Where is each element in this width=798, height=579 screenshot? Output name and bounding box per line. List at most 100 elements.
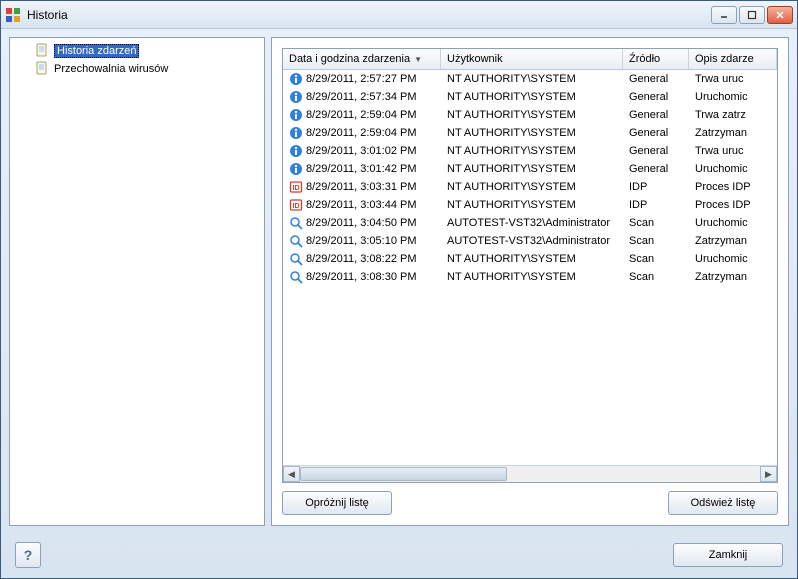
table-row[interactable]: 8/29/2011, 3:08:30 PM NT AUTHORITY\SYSTEM… bbox=[283, 268, 777, 286]
app-icon bbox=[5, 7, 21, 23]
cell-source: General bbox=[623, 127, 689, 139]
cell-date: 8/29/2011, 3:08:30 PM bbox=[283, 270, 441, 284]
cell-source: Scan bbox=[623, 253, 689, 265]
cell-user: NT AUTHORITY\SYSTEM bbox=[441, 73, 623, 85]
scan-icon bbox=[289, 234, 303, 248]
cell-user: NT AUTHORITY\SYSTEM bbox=[441, 163, 623, 175]
svg-text:ID: ID bbox=[293, 185, 300, 192]
svg-text:ID: ID bbox=[293, 203, 300, 210]
date-text: 8/29/2011, 3:04:50 PM bbox=[306, 217, 417, 229]
info-icon bbox=[289, 72, 303, 86]
close-button[interactable]: Zamknij bbox=[673, 543, 783, 567]
column-header-source[interactable]: Źródło bbox=[623, 49, 689, 69]
cell-date: 8/29/2011, 2:59:04 PM bbox=[283, 126, 441, 140]
cell-date: 8/29/2011, 2:59:04 PM bbox=[283, 108, 441, 122]
cell-description: Uruchomic bbox=[689, 163, 777, 175]
date-text: 8/29/2011, 3:03:31 PM bbox=[306, 181, 417, 193]
cell-description: Zatrzyman bbox=[689, 271, 777, 283]
table-row[interactable]: ID8/29/2011, 3:03:44 PMNT AUTHORITY\SYST… bbox=[283, 196, 777, 214]
scan-icon bbox=[289, 216, 303, 230]
cell-date: ID 8/29/2011, 3:03:31 PM bbox=[283, 180, 441, 194]
cell-source: IDP bbox=[623, 181, 689, 193]
horizontal-scrollbar[interactable]: ◀ ▶ bbox=[283, 465, 777, 482]
list-button-row: Opróżnij listę Odśwież listę bbox=[282, 491, 778, 515]
column-label: Opis zdarze bbox=[695, 53, 754, 65]
table-row[interactable]: 8/29/2011, 3:08:22 PMNT AUTHORITY\SYSTEM… bbox=[283, 250, 777, 268]
date-text: 8/29/2011, 3:01:02 PM bbox=[306, 145, 417, 157]
footer: ? Zamknij bbox=[1, 534, 797, 578]
scan-icon bbox=[289, 252, 303, 266]
cell-date: 8/29/2011, 2:57:27 PM bbox=[283, 72, 441, 86]
main-panel: Data i godzina zdarzenia ▼ Użytkownik Źr… bbox=[271, 37, 789, 526]
column-header-date[interactable]: Data i godzina zdarzenia ▼ bbox=[283, 49, 441, 69]
cell-date: 8/29/2011, 2:57:34 PM bbox=[283, 90, 441, 104]
cell-date: 8/29/2011, 3:01:02 PM bbox=[283, 144, 441, 158]
info-icon bbox=[289, 126, 303, 140]
tree-item-history-events[interactable]: Historia zdarzeń bbox=[14, 42, 260, 60]
list-body: 8/29/2011, 2:57:27 PM NT AUTHORITY\SYSTEM… bbox=[283, 70, 777, 465]
column-header-description[interactable]: Opis zdarze bbox=[689, 49, 777, 69]
cell-source: Scan bbox=[623, 217, 689, 229]
cell-source: General bbox=[623, 145, 689, 157]
column-label: Źródło bbox=[629, 53, 660, 65]
cell-date: ID 8/29/2011, 3:03:44 PM bbox=[283, 198, 441, 212]
cell-description: Zatrzyman bbox=[689, 235, 777, 247]
scroll-right-arrow[interactable]: ▶ bbox=[760, 466, 777, 482]
cell-user: NT AUTHORITY\SYSTEM bbox=[441, 127, 623, 139]
cell-source: Scan bbox=[623, 271, 689, 283]
table-row[interactable]: 8/29/2011, 3:01:02 PM NT AUTHORITY\SYSTEM… bbox=[283, 142, 777, 160]
cell-source: General bbox=[623, 73, 689, 85]
table-row[interactable]: 8/29/2011, 3:05:10 PMAUTOTEST-VST32\Admi… bbox=[283, 232, 777, 250]
minimize-button[interactable] bbox=[711, 6, 737, 24]
document-icon bbox=[34, 61, 50, 77]
date-text: 8/29/2011, 2:59:04 PM bbox=[306, 109, 417, 121]
refresh-list-button[interactable]: Odśwież listę bbox=[668, 491, 778, 515]
cell-source: General bbox=[623, 163, 689, 175]
idp-icon: ID bbox=[289, 198, 303, 212]
maximize-button[interactable] bbox=[739, 6, 765, 24]
cell-user: NT AUTHORITY\SYSTEM bbox=[441, 181, 623, 193]
date-text: 8/29/2011, 3:01:42 PM bbox=[306, 163, 417, 175]
date-text: 8/29/2011, 3:08:22 PM bbox=[306, 253, 417, 265]
cell-description: Proces IDP bbox=[689, 181, 777, 193]
table-row[interactable]: 8/29/2011, 2:57:27 PM NT AUTHORITY\SYSTEM… bbox=[283, 70, 777, 88]
table-row[interactable]: 8/29/2011, 2:59:04 PM NT AUTHORITY\SYSTEM… bbox=[283, 106, 777, 124]
window-controls bbox=[711, 6, 793, 24]
date-text: 8/29/2011, 2:59:04 PM bbox=[306, 127, 417, 139]
tree-item-virus-vault[interactable]: Przechowalnia wirusów bbox=[14, 60, 260, 78]
table-row[interactable]: 8/29/2011, 3:01:42 PM NT AUTHORITY\SYSTEM… bbox=[283, 160, 777, 178]
cell-description: Trwa uruc bbox=[689, 73, 777, 85]
cell-date: 8/29/2011, 3:04:50 PM bbox=[283, 216, 441, 230]
empty-list-button[interactable]: Opróżnij listę bbox=[282, 491, 392, 515]
cell-description: Trwa zatrz bbox=[689, 109, 777, 121]
cell-date: 8/29/2011, 3:05:10 PM bbox=[283, 234, 441, 248]
document-icon bbox=[34, 43, 50, 59]
date-text: 8/29/2011, 3:08:30 PM bbox=[306, 271, 417, 283]
date-text: 8/29/2011, 2:57:27 PM bbox=[306, 73, 417, 85]
cell-user: NT AUTHORITY\SYSTEM bbox=[441, 109, 623, 121]
cell-source: General bbox=[623, 109, 689, 121]
cell-source: General bbox=[623, 91, 689, 103]
history-window: Historia Historia zdarzeń bbox=[0, 0, 798, 579]
cell-description: Uruchomic bbox=[689, 217, 777, 229]
cell-user: NT AUTHORITY\SYSTEM bbox=[441, 91, 623, 103]
table-row[interactable]: 8/29/2011, 3:04:50 PM AUTOTEST-VST32\Admi… bbox=[283, 214, 777, 232]
scroll-thumb[interactable] bbox=[300, 467, 507, 481]
scroll-left-arrow[interactable]: ◀ bbox=[283, 466, 300, 482]
date-text: 8/29/2011, 3:03:44 PM bbox=[306, 199, 417, 211]
cell-user: NT AUTHORITY\SYSTEM bbox=[441, 271, 623, 283]
help-button[interactable]: ? bbox=[15, 542, 41, 568]
date-text: 8/29/2011, 2:57:34 PM bbox=[306, 91, 417, 103]
column-header-user[interactable]: Użytkownik bbox=[441, 49, 623, 69]
table-row[interactable]: ID 8/29/2011, 3:03:31 PM NT AUTHORITY\SYST… bbox=[283, 178, 777, 196]
scroll-track[interactable] bbox=[300, 466, 760, 482]
cell-user: AUTOTEST-VST32\Administrator bbox=[441, 217, 623, 229]
close-window-button[interactable] bbox=[767, 6, 793, 24]
info-icon bbox=[289, 162, 303, 176]
titlebar: Historia bbox=[1, 1, 797, 29]
table-row[interactable]: 8/29/2011, 2:57:34 PM NT AUTHORITY\SYSTEM… bbox=[283, 88, 777, 106]
column-label: Użytkownik bbox=[447, 53, 503, 65]
table-row[interactable]: 8/29/2011, 2:59:04 PM NT AUTHORITY\SYSTEM… bbox=[283, 124, 777, 142]
info-icon bbox=[289, 108, 303, 122]
cell-user: NT AUTHORITY\SYSTEM bbox=[441, 145, 623, 157]
